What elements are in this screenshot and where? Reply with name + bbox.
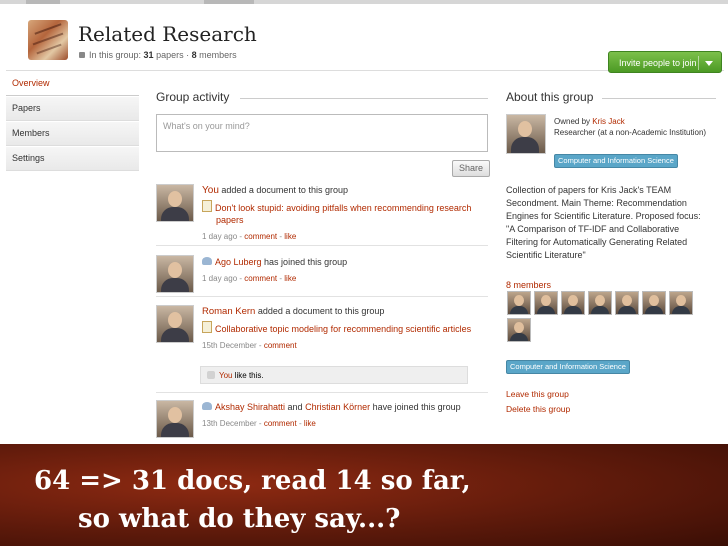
caption-banner: 64 => 31 docs, read 14 so far, so what d… [0, 444, 728, 546]
owner-link[interactable]: Kris Jack [592, 117, 624, 126]
timestamp: 15th December [202, 341, 257, 350]
timestamp: 1 day ago [202, 274, 238, 283]
member-avatar[interactable] [507, 291, 531, 315]
caption-line-1: 64 => 31 docs, read 14 so far, [34, 466, 471, 496]
delete-group-link[interactable]: Delete this group [506, 404, 570, 414]
sidebar: Overview Papers Members Settings [6, 72, 139, 172]
owner-avatar[interactable] [506, 114, 546, 154]
document-icon [202, 321, 212, 333]
actor-link[interactable]: Akshay Shirahatti [215, 402, 285, 412]
users-icon [202, 402, 212, 410]
members-label: members [196, 50, 237, 60]
owner-info: Owned by Kris Jack Researcher (at a non-… [554, 116, 714, 138]
divider [240, 98, 488, 99]
avatar[interactable] [156, 184, 194, 222]
actor-link[interactable]: Christian Körner [305, 402, 370, 412]
comment-link[interactable]: comment [264, 341, 297, 350]
member-avatar[interactable] [507, 318, 531, 342]
invite-divider [698, 56, 699, 70]
likes-box: You like this. [200, 366, 468, 384]
comment-link[interactable]: comment [264, 419, 297, 428]
leave-group-link[interactable]: Leave this group [506, 389, 569, 399]
chevron-down-icon[interactable] [705, 61, 713, 66]
timestamp: 1 day ago [202, 232, 238, 241]
invite-label: Invite people to join [619, 58, 697, 68]
member-avatar[interactable] [642, 291, 666, 315]
member-avatar[interactable] [669, 291, 693, 315]
sidebar-item-members[interactable]: Members [6, 122, 139, 146]
member-avatar[interactable] [588, 291, 612, 315]
divider [156, 392, 488, 393]
invite-button[interactable]: Invite people to join [608, 51, 722, 73]
avatar[interactable] [156, 255, 194, 293]
lock-icon [79, 52, 85, 58]
activity-text: Roman Kern added a document to this grou… [202, 305, 472, 352]
thumbs-up-icon [207, 371, 215, 379]
caption-line-2: so what do they say...? [78, 504, 401, 534]
group-logo [28, 20, 68, 60]
member-avatar[interactable] [615, 291, 639, 315]
actor-link[interactable]: Ago Luberg [215, 257, 262, 267]
owned-by-label: Owned by [554, 117, 593, 126]
divider [602, 98, 716, 99]
sidebar-item-overview[interactable]: Overview [6, 72, 139, 96]
share-button[interactable]: Share [452, 160, 490, 177]
comment-link[interactable]: comment [244, 232, 277, 241]
activity-text: Akshay Shirahatti and Christian Körner h… [202, 401, 472, 430]
users-icon [202, 257, 212, 265]
action-text: has joined this group [261, 257, 348, 267]
timestamp: 13th December [202, 419, 257, 428]
members-label: members [511, 280, 552, 290]
action-text: added a document to this group [255, 306, 385, 316]
divider [156, 245, 488, 246]
comment-link[interactable]: comment [244, 274, 277, 283]
like-link[interactable]: like [284, 232, 296, 241]
sidebar-item-papers[interactable]: Papers [6, 97, 139, 121]
actor-link[interactable]: Roman Kern [202, 306, 255, 317]
avatar[interactable] [156, 400, 194, 438]
group-description: Collection of papers for Kris Jack's TEA… [506, 185, 701, 260]
likes-text: like this. [232, 371, 264, 380]
page-title: Related Research [78, 22, 257, 46]
discipline-tag[interactable]: Computer and Information Science [506, 360, 630, 374]
member-avatar[interactable] [534, 291, 558, 315]
action-text: added a document to this group [218, 185, 348, 195]
activity-text: You added a document to this group Don't… [202, 184, 472, 243]
papers-count: 31 [143, 50, 154, 60]
divider [156, 296, 488, 297]
subinfo-prefix: In this group: [89, 50, 144, 60]
liker-link[interactable]: You [219, 371, 233, 380]
dash: - [256, 419, 264, 428]
group-header: Related Research In this group: 31 paper… [6, 4, 724, 73]
dot-separator: · [183, 50, 192, 60]
actor-link[interactable]: You [202, 185, 219, 196]
dash: - [296, 419, 304, 428]
member-avatar[interactable] [561, 291, 585, 315]
action-text: have joined this group [370, 402, 461, 412]
owner-role: Researcher (at a non-Academic Institutio… [554, 128, 707, 137]
document-link[interactable]: Collaborative topic modeling for recomme… [215, 324, 471, 334]
avatar[interactable] [156, 305, 194, 343]
about-title: About this group [506, 90, 594, 104]
and-text: and [285, 402, 306, 412]
activity-text: Ago Luberg has joined this group 1 day a… [202, 256, 472, 285]
members-heading[interactable]: 8 members [506, 280, 551, 290]
sidebar-item-settings[interactable]: Settings [6, 147, 139, 171]
owner-card: Owned by Kris Jack Researcher (at a non-… [506, 114, 718, 168]
like-link[interactable]: like [304, 419, 316, 428]
dash: - [256, 341, 264, 350]
like-link[interactable]: like [284, 274, 296, 283]
activity-title: Group activity [156, 90, 230, 104]
papers-label: papers [153, 50, 184, 60]
group-subinfo: In this group: 31 papers · 8 members [79, 50, 237, 60]
document-link[interactable]: Don't look stupid: avoiding pitfalls whe… [215, 203, 471, 225]
status-input[interactable]: What's on your mind? [156, 114, 488, 152]
discipline-tag[interactable]: Computer and Information Science [554, 154, 678, 168]
document-icon [202, 200, 212, 212]
